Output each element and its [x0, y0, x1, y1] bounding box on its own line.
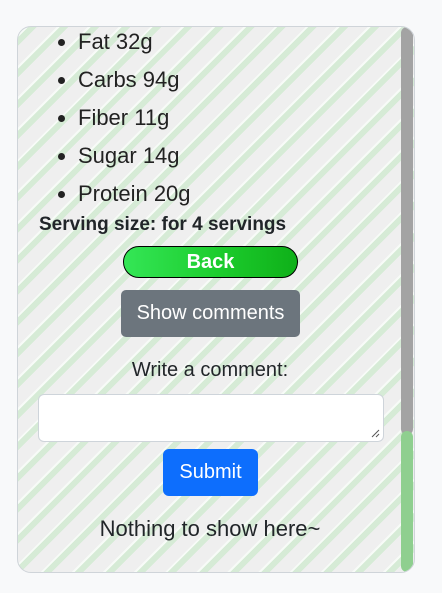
- comments-empty-message: Nothing to show here~: [99, 516, 321, 541]
- submit-button[interactable]: Submit: [163, 449, 258, 496]
- nutrition-list: Fat 32g Carbs 94g Fiber 11g Sugar 14g Pr…: [78, 27, 191, 213]
- comment-label: Write a comment:: [131, 359, 289, 381]
- scrollbar-thumb[interactable]: [401, 431, 413, 572]
- show-comments-button[interactable]: Show comments: [121, 290, 300, 337]
- nutrition-item-carbs: Carbs 94g: [78, 61, 191, 99]
- nutrition-item-protein: Protein 20g: [78, 175, 191, 213]
- nutrition-item-fiber: Fiber 11g: [78, 99, 191, 137]
- nutrition-item-sugar: Sugar 14g: [78, 137, 191, 175]
- back-button[interactable]: Back: [123, 246, 298, 278]
- nutrition-item-fat: Fat 32g: [78, 27, 191, 61]
- comment-textarea[interactable]: [38, 394, 384, 442]
- recipe-content: Fat 32g Carbs 94g Fiber 11g Sugar 14g Pr…: [18, 27, 402, 572]
- serving-size-text: Serving size: for 4 servings: [39, 214, 287, 235]
- scrollbar[interactable]: [401, 27, 414, 572]
- scrollbar-track-gray: [401, 27, 413, 435]
- resize-grip-icon[interactable]: [371, 429, 380, 438]
- recipe-card: Fat 32g Carbs 94g Fiber 11g Sugar 14g Pr…: [17, 26, 415, 573]
